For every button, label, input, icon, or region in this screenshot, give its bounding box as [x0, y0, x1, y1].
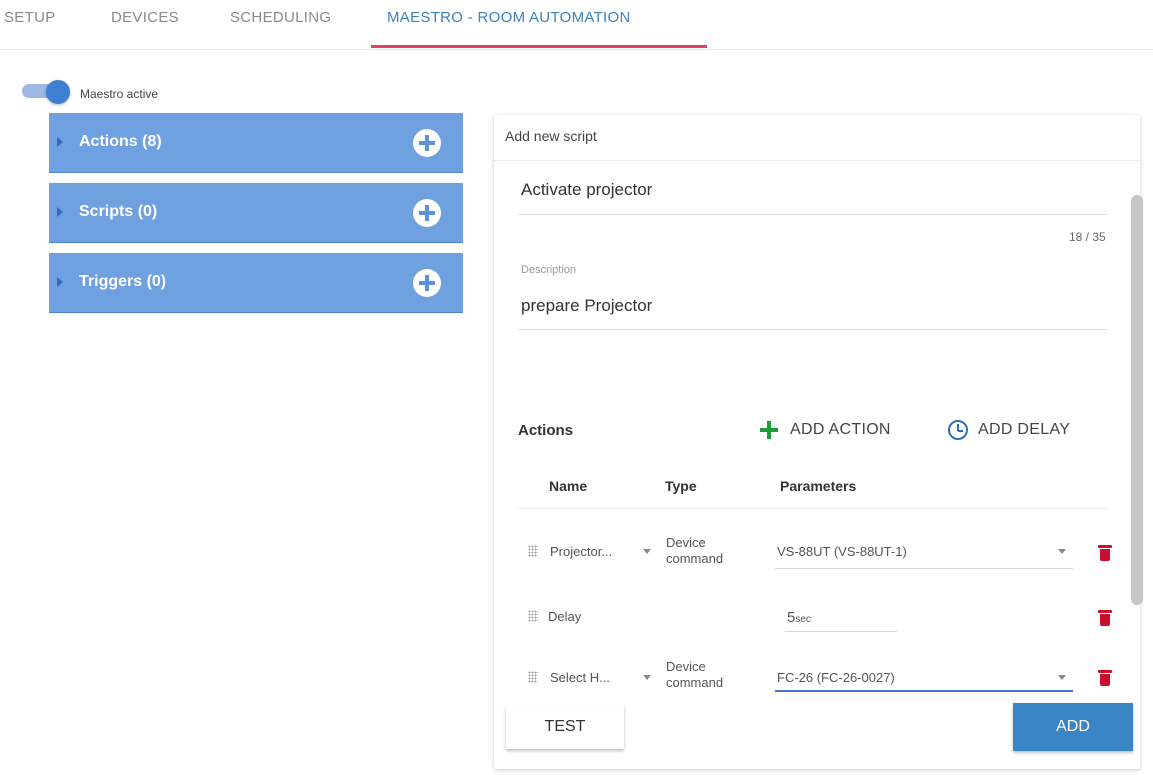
clock-icon[interactable]: [948, 420, 968, 440]
script-name-input[interactable]: Activate projector: [521, 180, 652, 200]
dropdown-arrow-icon[interactable]: [1058, 675, 1066, 680]
panel-actions[interactable]: Actions (8): [49, 113, 463, 173]
panel-scripts[interactable]: Scripts (0): [49, 183, 463, 243]
row-action-name-select[interactable]: Select H...: [550, 670, 610, 685]
card-scrollbar[interactable]: [1131, 195, 1143, 605]
maestro-active-label: Maestro active: [80, 87, 159, 101]
panel-triggers-title: Triggers (0): [79, 273, 167, 290]
tab-devices[interactable]: DEVICES: [111, 9, 179, 26]
tab-bar: SETUP DEVICES SCHEDULING MAESTRO - ROOM …: [0, 0, 1153, 50]
row-type-line2: command: [666, 675, 724, 690]
drag-handle-icon[interactable]: [528, 671, 538, 683]
test-button[interactable]: TEST: [506, 705, 624, 749]
card-header: Add new script: [494, 115, 1140, 161]
add-action-button[interactable]: ADD ACTION: [790, 421, 891, 439]
description-label: Description: [521, 264, 577, 276]
dropdown-arrow-icon[interactable]: [643, 675, 651, 680]
row-action-name: Delay: [548, 609, 582, 624]
drag-handle-icon[interactable]: [528, 610, 538, 622]
add-circle-icon[interactable]: [413, 269, 441, 297]
dropdown-arrow-icon[interactable]: [643, 549, 651, 554]
column-header-type: Type: [665, 478, 697, 494]
row-type-line2: command: [666, 551, 724, 566]
add-button[interactable]: ADD: [1013, 703, 1133, 751]
name-underline: [518, 214, 1108, 215]
table-header-divider: [518, 508, 1108, 509]
delete-icon[interactable]: [1098, 610, 1112, 626]
column-header-name: Name: [549, 478, 588, 494]
description-input[interactable]: prepare Projector: [521, 296, 652, 316]
tab-scheduling[interactable]: SCHEDULING: [230, 9, 331, 26]
dropdown-arrow-icon[interactable]: [1058, 549, 1066, 554]
caret-right-icon: [57, 137, 63, 147]
add-circle-icon[interactable]: [413, 129, 441, 157]
row-parameter-select[interactable]: VS-88UT (VS-88UT-1): [777, 544, 907, 559]
row-action-name-select[interactable]: Projector...: [550, 544, 612, 559]
tab-setup[interactable]: SETUP: [4, 9, 56, 26]
column-header-parameters: Parameters: [780, 478, 857, 494]
plus-icon[interactable]: [760, 421, 778, 439]
maestro-active-toggle-knob[interactable]: [46, 80, 70, 104]
row-parameter-select[interactable]: FC-26 (FC-26-0027): [777, 670, 895, 685]
card-title: Add new script: [505, 128, 597, 144]
name-character-counter: 18 / 35: [1069, 230, 1106, 244]
delete-icon[interactable]: [1098, 545, 1112, 561]
delay-underline: [785, 631, 897, 632]
panel-triggers[interactable]: Triggers (0): [49, 253, 463, 313]
parameter-underline: [775, 568, 1073, 569]
delay-seconds-input[interactable]: 5sec: [787, 609, 811, 626]
actions-section-title: Actions: [518, 422, 574, 439]
row-type-line1: Device: [666, 535, 706, 550]
row-type-line1: Device: [666, 659, 706, 674]
parameter-underline-focused: [775, 690, 1073, 692]
add-delay-button[interactable]: ADD DELAY: [978, 421, 1070, 439]
description-underline: [518, 329, 1108, 330]
active-tab-indicator: [371, 45, 707, 48]
delete-icon[interactable]: [1098, 670, 1112, 686]
tab-maestro-room-automation[interactable]: MAESTRO - ROOM AUTOMATION: [387, 9, 631, 26]
caret-right-icon: [57, 207, 63, 217]
panel-scripts-title: Scripts (0): [79, 203, 158, 220]
drag-handle-icon[interactable]: [528, 545, 538, 557]
caret-right-icon: [57, 277, 63, 287]
add-circle-icon[interactable]: [413, 199, 441, 227]
panel-actions-title: Actions (8): [79, 133, 162, 150]
